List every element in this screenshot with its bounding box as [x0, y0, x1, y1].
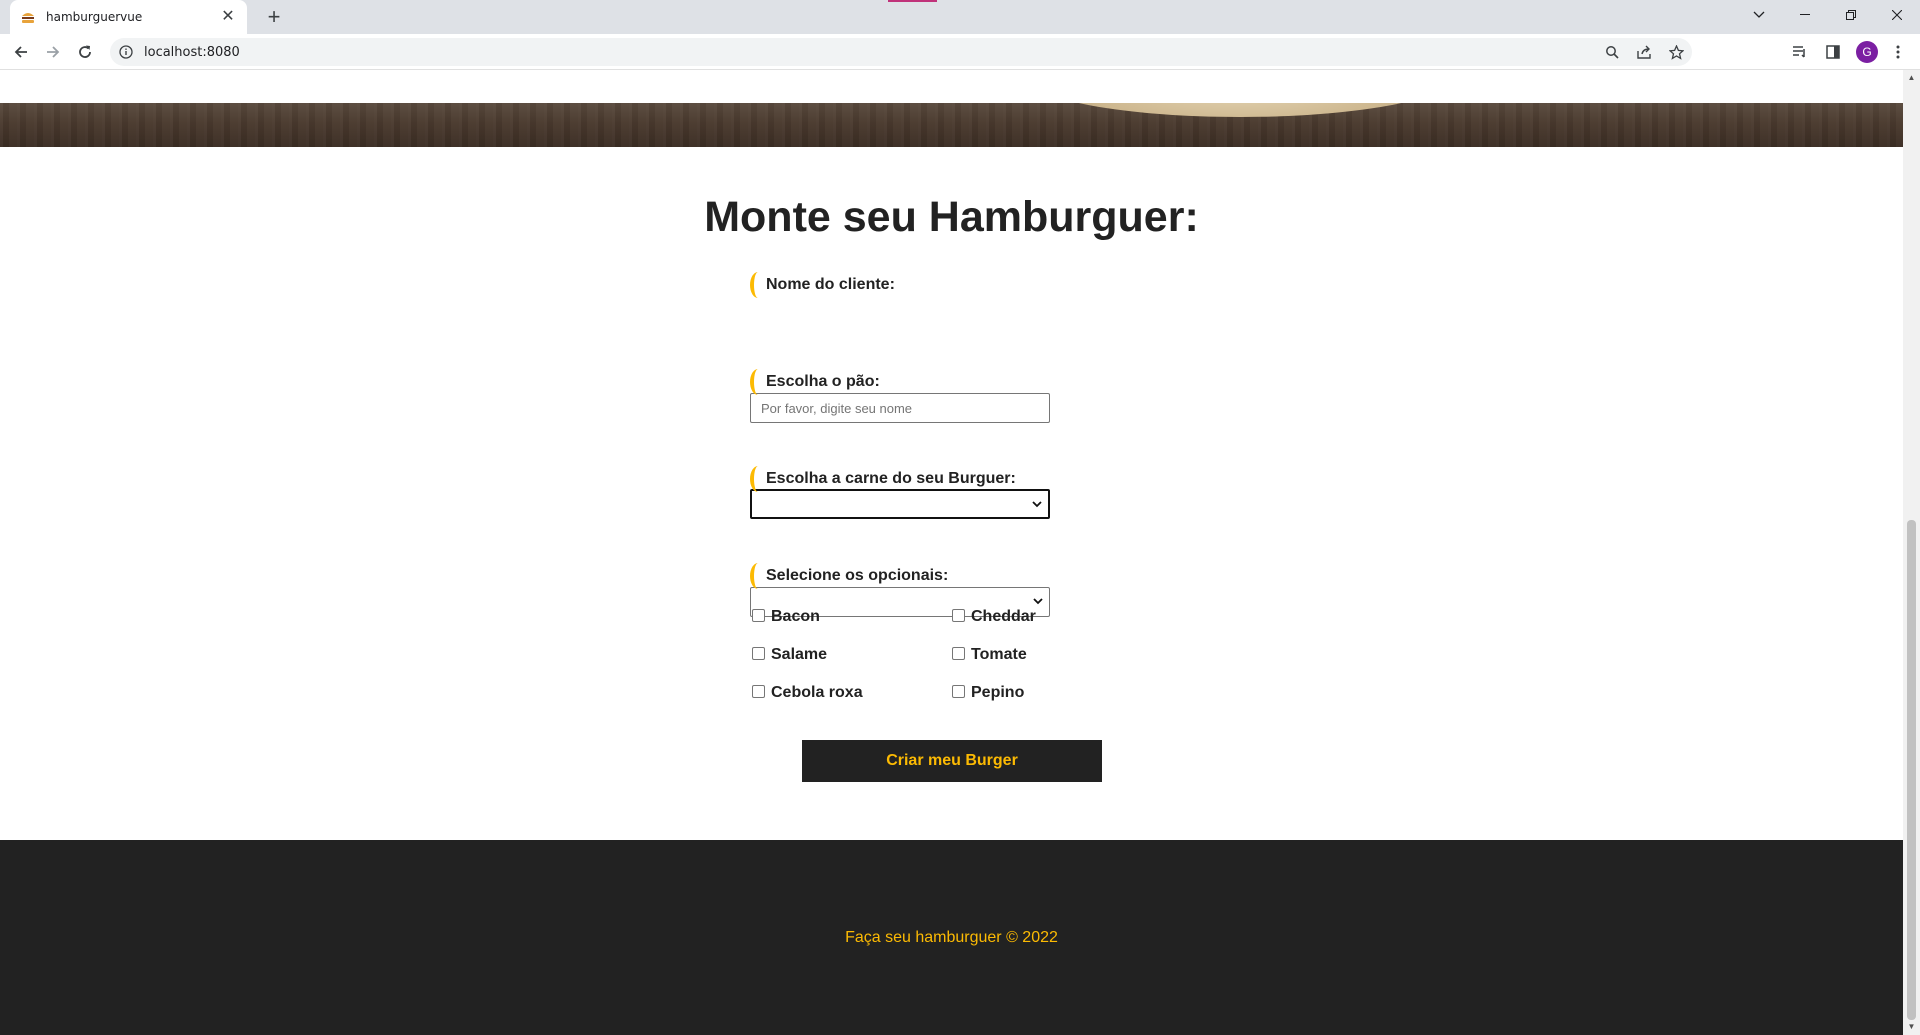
label-accent-mark: [750, 465, 764, 493]
chevron-down-icon: [1033, 598, 1043, 605]
checkbox[interactable]: [752, 646, 765, 660]
forward-arrow-icon[interactable]: [41, 40, 65, 64]
footer-text: Faça seu hamburguer © 2022: [845, 928, 1058, 946]
profile-avatar[interactable]: G: [1856, 41, 1878, 63]
reload-icon[interactable]: [73, 40, 97, 64]
optional-label: Tomate: [971, 646, 1027, 663]
side-panel-icon[interactable]: [1821, 40, 1845, 64]
optional-label: Bacon: [771, 608, 820, 625]
checkbox[interactable]: [952, 646, 965, 660]
optional-tomate[interactable]: Tomate: [952, 646, 1027, 664]
address-bar[interactable]: localhost:8080: [110, 38, 1692, 66]
chevron-down-icon: [1032, 501, 1042, 508]
tab-close-icon[interactable]: ✕: [219, 8, 237, 26]
optional-cheddar[interactable]: Cheddar: [952, 608, 1036, 626]
page-title: Monte seu Hamburguer:: [704, 193, 1199, 241]
window-controls: [1736, 0, 1920, 30]
name-input-placeholder: Por favor, digite seu nome: [761, 400, 913, 416]
optional-label: Cheddar: [971, 608, 1036, 625]
url-text: localhost:8080: [144, 44, 240, 60]
bookmark-star-icon[interactable]: [1660, 40, 1692, 64]
create-burger-button[interactable]: Criar meu Burger: [802, 740, 1102, 782]
tab-title: hamburguervue: [46, 10, 143, 24]
checkbox[interactable]: [952, 684, 965, 698]
browser-tab[interactable]: hamburguervue ✕: [10, 0, 247, 34]
name-label: Nome do cliente:: [750, 271, 895, 299]
optional-cebola-roxa[interactable]: Cebola roxa: [752, 684, 863, 702]
scrollbar-thumb[interactable]: [1907, 520, 1916, 1020]
bread-select[interactable]: [750, 489, 1050, 519]
new-tab-button[interactable]: +: [262, 5, 286, 29]
optional-label: Pepino: [971, 684, 1025, 701]
scroll-down-icon[interactable]: ▼: [1907, 1023, 1916, 1031]
meat-label-text: Escolha a carne do seu Burguer:: [766, 470, 1016, 487]
page-scrollbar[interactable]: ▲ ▼: [1903, 70, 1920, 1035]
tab-strip: hamburguervue ✕ +: [0, 0, 1920, 34]
name-input[interactable]: Por favor, digite seu nome: [750, 393, 1050, 423]
bread-label: Escolha o pão:: [750, 368, 880, 396]
restore-button[interactable]: [1828, 0, 1874, 30]
more-menu-icon[interactable]: [1886, 40, 1910, 64]
optional-label: Salame: [771, 646, 828, 663]
label-accent-mark: [750, 562, 764, 590]
share-icon[interactable]: [1628, 40, 1660, 64]
optional-label: Cebola roxa: [771, 684, 863, 701]
close-window-button[interactable]: [1874, 0, 1920, 30]
scroll-up-icon[interactable]: ▲: [1907, 74, 1916, 82]
optional-salame[interactable]: Salame: [752, 646, 827, 664]
label-accent-mark: [750, 271, 764, 299]
burger-form-section: Monte seu Hamburguer: Nome do cliente: P…: [0, 147, 1903, 817]
page-viewport: Monte seu Hamburguer: Nome do cliente: P…: [0, 70, 1903, 1035]
label-accent-mark: [750, 368, 764, 396]
tab-group-indicator: [888, 0, 937, 2]
name-label-text: Nome do cliente:: [766, 276, 895, 293]
optional-pepino[interactable]: Pepino: [952, 684, 1024, 702]
zoom-search-icon[interactable]: [1596, 40, 1628, 64]
meat-label: Escolha a carne do seu Burguer:: [750, 465, 1016, 493]
optionals-label: Selecione os opcionais:: [750, 562, 948, 590]
site-info-icon[interactable]: [118, 44, 134, 60]
checkbox[interactable]: [752, 684, 765, 698]
minimize-button[interactable]: [1782, 0, 1828, 30]
optionals-label-text: Selecione os opcionais:: [766, 567, 949, 584]
checkbox[interactable]: [952, 608, 965, 622]
reading-list-icon[interactable]: [1788, 40, 1812, 64]
hero-banner-image: [0, 103, 1903, 147]
checkbox[interactable]: [752, 608, 765, 622]
optional-bacon[interactable]: Bacon: [752, 608, 820, 626]
back-arrow-icon[interactable]: [9, 40, 33, 64]
bread-label-text: Escolha o pão:: [766, 373, 880, 390]
tab-search-icon[interactable]: [1736, 0, 1782, 30]
burger-favicon-icon: [20, 9, 36, 25]
browser-toolbar: localhost:8080 G: [0, 34, 1920, 70]
wood-texture: [0, 103, 1903, 147]
page-footer: Faça seu hamburguer © 2022: [0, 840, 1903, 1035]
